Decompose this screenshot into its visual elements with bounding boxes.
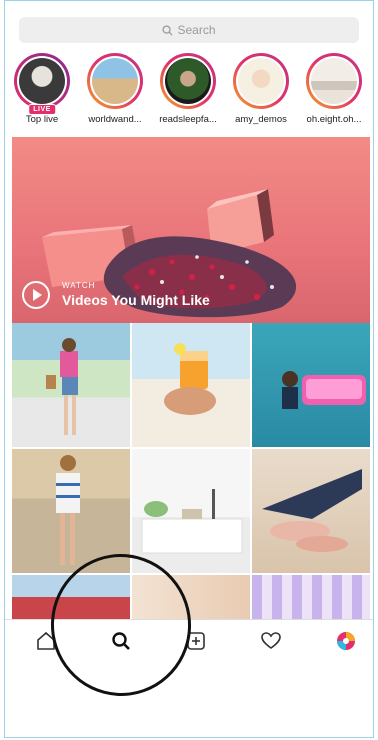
story-label: Top live bbox=[25, 114, 59, 125]
story-ring: LIVE bbox=[14, 53, 70, 115]
story-item-top-live[interactable]: LIVE Top live bbox=[8, 53, 76, 125]
story-label: oh.eight.oh... bbox=[306, 114, 362, 125]
search-icon bbox=[162, 24, 174, 36]
heart-icon bbox=[261, 632, 281, 649]
grid-photo[interactable] bbox=[132, 449, 250, 573]
avatar bbox=[238, 58, 284, 104]
video-title: Videos You Might Like bbox=[62, 292, 210, 308]
search-placeholder: Search bbox=[177, 23, 216, 37]
grid-photo[interactable] bbox=[12, 323, 130, 447]
grid-photo[interactable] bbox=[252, 323, 370, 447]
avatar bbox=[92, 58, 138, 104]
story-ring bbox=[87, 53, 143, 109]
stories-row: LIVE Top live worldwand... readsleepfa..… bbox=[5, 53, 373, 133]
profile-tab[interactable] bbox=[333, 628, 359, 654]
story-item-oh-eight-oh[interactable]: oh.eight.oh... bbox=[300, 53, 368, 125]
avatar bbox=[165, 58, 211, 104]
video-hero[interactable]: WATCH Videos You Might Like bbox=[12, 137, 370, 323]
play-icon[interactable] bbox=[22, 281, 50, 309]
story-item-worldwand[interactable]: worldwand... bbox=[81, 53, 149, 125]
activity-tab[interactable] bbox=[258, 628, 284, 654]
story-ring bbox=[160, 53, 216, 109]
grid-photo[interactable] bbox=[252, 575, 370, 619]
search-bar[interactable]: Search bbox=[19, 17, 359, 43]
story-label: amy_demos bbox=[235, 114, 287, 125]
avatar bbox=[19, 58, 65, 104]
grid-photo[interactable] bbox=[252, 449, 370, 573]
story-item-amy-demos[interactable]: amy_demos bbox=[227, 53, 295, 125]
story-label: readsleepfa... bbox=[159, 114, 217, 125]
explore-grid bbox=[12, 323, 370, 619]
grid-photo[interactable] bbox=[132, 323, 250, 447]
live-badge: LIVE bbox=[28, 104, 56, 115]
story-ring bbox=[306, 53, 362, 109]
watch-label: WATCH bbox=[62, 281, 96, 290]
story-item-readsleepfa[interactable]: readsleepfa... bbox=[154, 53, 222, 125]
story-label: worldwand... bbox=[88, 114, 142, 125]
avatar bbox=[311, 58, 357, 104]
story-ring bbox=[233, 53, 289, 109]
profile-avatar-icon bbox=[337, 632, 355, 650]
explore-screen: Search LIVE Top live worldwand... readsl… bbox=[4, 0, 374, 738]
